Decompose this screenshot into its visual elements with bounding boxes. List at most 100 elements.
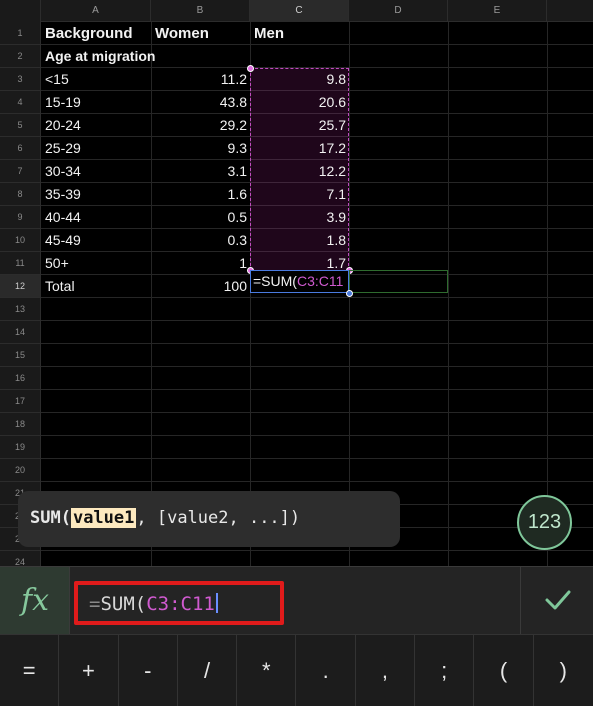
row-gridline: [41, 435, 593, 436]
row-header-1[interactable]: 1: [0, 22, 41, 45]
key-multiply[interactable]: *: [237, 635, 297, 706]
key-equals[interactable]: =: [0, 635, 60, 706]
cell-b3[interactable]: 11.2: [151, 68, 250, 91]
cell-b8[interactable]: 1.6: [151, 183, 250, 206]
row-gridline: [41, 320, 593, 321]
active-cell-formula-prefix: =SUM(: [253, 273, 297, 289]
row-gridline: [41, 366, 593, 367]
cell-a7[interactable]: 30-34: [41, 160, 151, 183]
function-hint-tooltip: SUM(value1, [value2, ...]): [18, 491, 400, 547]
cell-b1[interactable]: Women: [151, 22, 250, 45]
number-keyboard-toggle-button[interactable]: 123: [517, 495, 572, 550]
row-header-6[interactable]: 6: [0, 137, 41, 160]
formula-function: SUM(: [100, 593, 147, 615]
key-minus[interactable]: -: [119, 635, 178, 706]
cell-a10[interactable]: 45-49: [41, 229, 151, 252]
cell-b12[interactable]: 100: [151, 275, 250, 298]
active-cell-formula: =SUM(C3:C11: [253, 270, 343, 293]
row-header-3[interactable]: 3: [0, 68, 41, 91]
spreadsheet-grid[interactable]: A B C D E 1 2 3 4 5 6 7 8 9 10 11 12 13 14 15 16 17 18 19 2…: [0, 0, 593, 566]
cell-a11[interactable]: 50+: [41, 252, 151, 275]
insert-function-button[interactable]: fx: [0, 567, 70, 635]
column-header-next[interactable]: [547, 0, 593, 22]
column-header-e[interactable]: E: [448, 0, 547, 22]
function-name: SUM(: [30, 508, 71, 528]
row-header-11[interactable]: 11: [0, 252, 41, 275]
checkmark-icon: [545, 590, 571, 610]
row-header-14[interactable]: 14: [0, 321, 41, 344]
row-header-7[interactable]: 7: [0, 160, 41, 183]
adjacent-cell-outline: [349, 270, 448, 293]
cell-b6[interactable]: 9.3: [151, 137, 250, 160]
cell-b11[interactable]: 1: [151, 252, 250, 275]
cell-b7[interactable]: 3.1: [151, 160, 250, 183]
row-header-18[interactable]: 18: [0, 413, 41, 436]
column-header-c[interactable]: C: [250, 0, 349, 22]
cell-c5[interactable]: 25.7: [250, 114, 349, 137]
row-header-19[interactable]: 19: [0, 436, 41, 459]
cell-a12[interactable]: Total: [41, 275, 151, 298]
cell-c7[interactable]: 12.2: [250, 160, 349, 183]
cell-b5[interactable]: 29.2: [151, 114, 250, 137]
column-header-d[interactable]: D: [349, 0, 448, 22]
remaining-arguments: , [value2, ...]): [136, 508, 301, 528]
row-header-8[interactable]: 8: [0, 183, 41, 206]
row-header-16[interactable]: 16: [0, 367, 41, 390]
row-gridline: [41, 412, 593, 413]
cell-b4[interactable]: 43.8: [151, 91, 250, 114]
select-all-corner[interactable]: [0, 0, 41, 22]
text-cursor: [215, 593, 218, 613]
cell-a1[interactable]: Background: [41, 22, 151, 45]
key-close-paren[interactable]: ): [534, 635, 593, 706]
fx-icon: fx: [20, 583, 50, 618]
row-header-15[interactable]: 15: [0, 344, 41, 367]
cell-a8[interactable]: 35-39: [41, 183, 151, 206]
row-header-20[interactable]: 20: [0, 459, 41, 482]
key-period[interactable]: .: [297, 635, 356, 706]
cell-a9[interactable]: 40-44: [41, 206, 151, 229]
formula-equals: =: [89, 593, 101, 615]
cell-a3[interactable]: <15: [41, 68, 151, 91]
key-divide[interactable]: /: [178, 635, 238, 706]
key-open-paren[interactable]: (: [474, 635, 534, 706]
row-gridline: [41, 550, 593, 551]
row-header-2[interactable]: 2: [0, 45, 41, 68]
active-cell-handle[interactable]: [346, 290, 353, 297]
key-semicolon[interactable]: ;: [415, 635, 475, 706]
key-plus[interactable]: +: [59, 635, 119, 706]
cell-c10[interactable]: 1.8: [250, 229, 349, 252]
row-gridline: [41, 481, 593, 482]
confirm-formula-button[interactable]: [520, 567, 593, 635]
row-header-24[interactable]: 24: [0, 551, 41, 566]
cell-c3[interactable]: 9.8: [250, 68, 349, 91]
column-header-b[interactable]: B: [151, 0, 250, 22]
active-cell-formula-ref: C3:C11: [296, 273, 344, 289]
cell-c8[interactable]: 7.1: [250, 183, 349, 206]
function-signature: SUM(value1, [value2, ...]): [30, 508, 300, 528]
row-gridline: [41, 458, 593, 459]
column-header-a[interactable]: A: [41, 0, 151, 22]
cell-c4[interactable]: 20.6: [250, 91, 349, 114]
formula-symbol-keyboard: = + - / *.,;(): [0, 634, 593, 706]
key-comma[interactable]: ,: [356, 635, 416, 706]
cell-a2[interactable]: Age at migration: [41, 45, 241, 68]
cell-a6[interactable]: 25-29: [41, 137, 151, 160]
row-header-13[interactable]: 13: [0, 298, 41, 321]
column-gridline: [547, 22, 548, 566]
cell-c1[interactable]: Men: [250, 22, 349, 45]
row-header-4[interactable]: 4: [0, 91, 41, 114]
row-header-17[interactable]: 17: [0, 390, 41, 413]
row-header-10[interactable]: 10: [0, 229, 41, 252]
cell-a4[interactable]: 15-19: [41, 91, 151, 114]
row-header-9[interactable]: 9: [0, 206, 41, 229]
cell-b9[interactable]: 0.5: [151, 206, 250, 229]
row-header-5[interactable]: 5: [0, 114, 41, 137]
formula-bar: fx =SUM(C3:C11: [0, 566, 593, 635]
cell-b10[interactable]: 0.3: [151, 229, 250, 252]
formula-input[interactable]: =SUM(C3:C11: [74, 581, 284, 625]
formula-text: =SUM(C3:C11: [89, 593, 218, 615]
cell-a5[interactable]: 20-24: [41, 114, 151, 137]
cell-c6[interactable]: 17.2: [250, 137, 349, 160]
cell-c9[interactable]: 3.9: [250, 206, 349, 229]
row-header-12[interactable]: 12: [0, 275, 41, 298]
